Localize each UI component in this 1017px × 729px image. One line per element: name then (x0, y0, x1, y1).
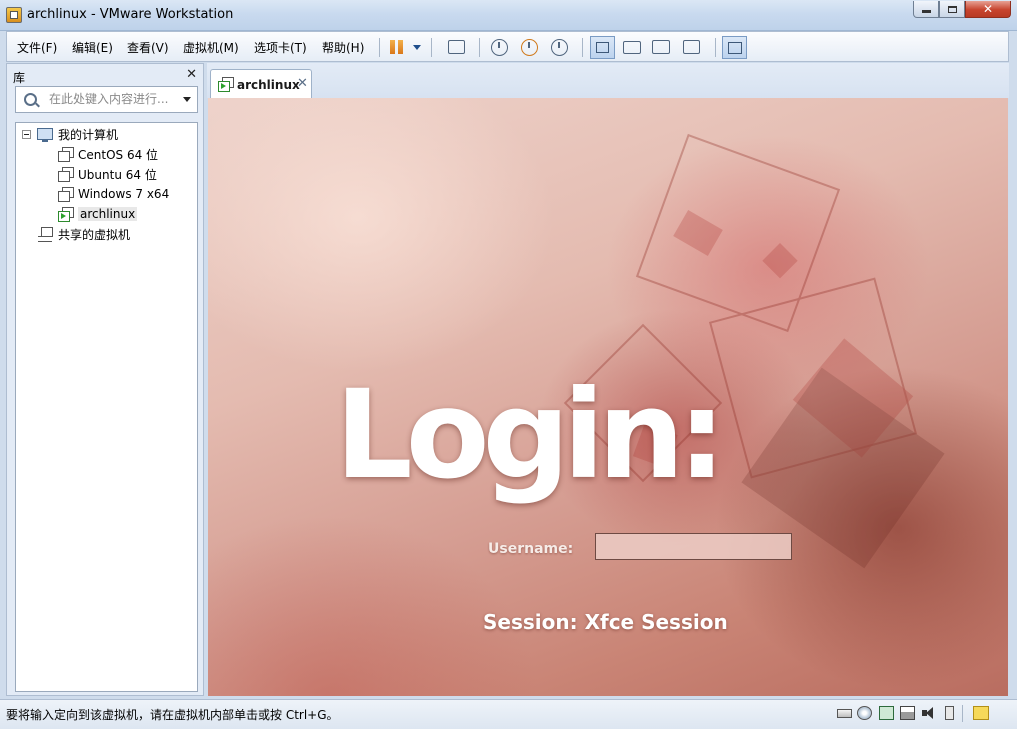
status-message: 要将输入定向到该虚拟机，请在虚拟机内部单击或按 Ctrl+G。 (6, 708, 339, 722)
menu-view[interactable]: 查看(V) (127, 39, 169, 56)
tree-item-shared-vms[interactable]: 共享的虚拟机 (38, 225, 130, 243)
network-adapter-icon[interactable] (879, 706, 894, 720)
printer-icon[interactable] (900, 706, 915, 720)
toolbar-separator (582, 38, 583, 57)
chevron-down-icon[interactable] (183, 97, 191, 102)
collapse-icon[interactable] (22, 129, 31, 139)
session-label[interactable]: Session: Xfce Session (483, 610, 728, 634)
snapshot-manager-icon[interactable] (551, 39, 568, 56)
console-view-icon[interactable] (623, 41, 641, 54)
tree-item-label: 我的计算机 (58, 127, 119, 142)
username-label: Username: (488, 541, 574, 557)
minimize-icon (921, 10, 931, 13)
tree-item-vm[interactable]: CentOS 64 位 (58, 145, 158, 163)
toolbar-separator (431, 38, 432, 57)
minimize-button[interactable] (913, 1, 939, 18)
cd-rom-icon[interactable] (857, 706, 872, 720)
toolbar-separator (479, 38, 480, 57)
library-view-icon[interactable] (590, 36, 615, 59)
sound-card-icon[interactable] (921, 706, 936, 720)
fullscreen-icon[interactable] (683, 40, 700, 54)
message-log-icon[interactable] (973, 706, 989, 720)
send-ctrl-alt-del-icon[interactable] (448, 40, 465, 54)
window-controls: ✕ (913, 1, 1011, 18)
tree-item-label: archlinux (78, 207, 138, 221)
tree-item-my-computer[interactable]: 我的计算机 (22, 125, 118, 143)
shared-vms-icon (38, 227, 53, 242)
tab-archlinux[interactable]: archlinux ✕ (210, 69, 312, 98)
vm-icon (58, 147, 74, 162)
fit-guest-icon[interactable] (652, 40, 670, 54)
tree-item-label: 共享的虚拟机 (58, 227, 131, 242)
tree-item-vm[interactable]: Ubuntu 64 位 (58, 165, 157, 183)
tree-item-label: CentOS 64 位 (78, 147, 159, 162)
library-view-glyph (596, 42, 609, 53)
tree-item-vm-selected[interactable]: archlinux (58, 205, 138, 223)
tree-item-label: Windows 7 x64 (78, 187, 170, 201)
search-icon (24, 93, 37, 106)
menu-tabs[interactable]: 选项卡(T) (254, 39, 307, 56)
menu-toolbar: 文件(F) 编辑(E) 查看(V) 虚拟机(M) 选项卡(T) 帮助(H) (6, 31, 1009, 62)
tree-item-vm[interactable]: Windows 7 x64 (58, 185, 169, 203)
library-title: 库 (13, 71, 26, 85)
pause-icon[interactable] (387, 38, 407, 57)
vm-running-icon (218, 77, 234, 92)
status-bar: 要将输入定向到该虚拟机，请在虚拟机内部单击或按 Ctrl+G。 (0, 699, 1017, 729)
hard-disk-icon[interactable] (837, 709, 852, 718)
tab-label: archlinux (237, 78, 300, 92)
library-panel: 库 ✕ 我的计算机 CentOS 64 位 Ubuntu 64 位 Window… (6, 63, 204, 696)
status-separator (962, 705, 963, 722)
power-dropdown-icon[interactable] (413, 45, 421, 50)
vm-icon (58, 167, 74, 182)
toolbar-separator (715, 38, 716, 57)
guest-console[interactable]: Login: Username: Session: Xfce Session (208, 98, 1008, 696)
username-input[interactable] (595, 533, 792, 560)
usb-icon[interactable] (945, 706, 954, 720)
library-search[interactable] (15, 86, 198, 113)
vmware-app-icon[interactable] (6, 7, 22, 23)
library-tree: 我的计算机 CentOS 64 位 Ubuntu 64 位 Windows 7 … (15, 122, 198, 692)
vm-running-icon (58, 207, 74, 222)
menu-edit[interactable]: 编辑(E) (72, 39, 113, 56)
computer-icon (37, 128, 53, 142)
maximize-icon (947, 5, 957, 13)
menu-file[interactable]: 文件(F) (17, 39, 57, 56)
library-close-icon[interactable]: ✕ (186, 67, 197, 82)
vm-icon (58, 187, 74, 202)
login-heading: Login: (335, 364, 726, 506)
tab-close-icon[interactable]: ✕ (297, 76, 308, 91)
close-button[interactable]: ✕ (965, 1, 1011, 18)
snapshot-take-icon[interactable] (491, 39, 508, 56)
maximize-button[interactable] (939, 1, 965, 18)
title-bar: archlinux - VMware Workstation ✕ (0, 0, 1017, 31)
library-search-input[interactable] (49, 92, 169, 106)
unity-glyph (728, 42, 742, 54)
tree-item-label: Ubuntu 64 位 (78, 167, 157, 182)
menu-help[interactable]: 帮助(H) (322, 39, 364, 56)
unity-icon[interactable] (722, 36, 747, 59)
window-title: archlinux - VMware Workstation (27, 7, 234, 22)
menu-vm[interactable]: 虚拟机(M) (183, 39, 239, 56)
snapshot-revert-icon[interactable] (521, 39, 538, 56)
tab-strip: archlinux ✕ (207, 63, 1009, 98)
toolbar-separator (379, 38, 380, 57)
